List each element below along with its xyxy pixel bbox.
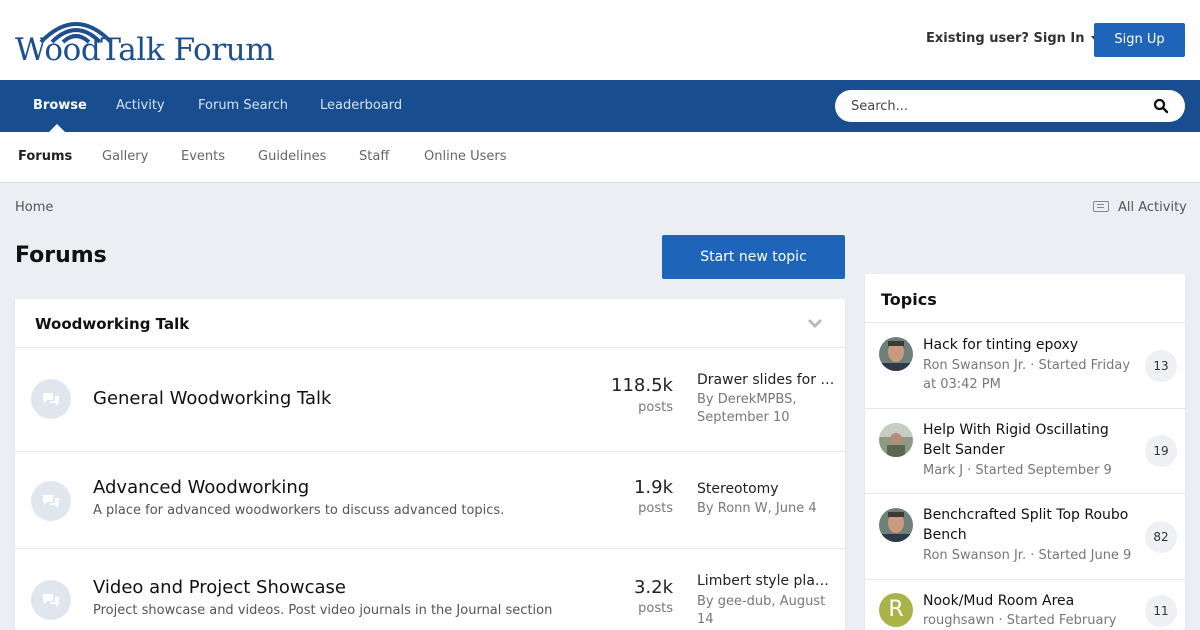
topic-title-link[interactable]: Benchcrafted Split Top Roubo Bench: [923, 505, 1135, 545]
forum-name-link[interactable]: General Woodworking Talk: [93, 388, 331, 409]
all-activity-link[interactable]: All Activity: [1093, 200, 1187, 215]
topic-title-link[interactable]: Help With Rigid Oscillating Belt Sander: [923, 420, 1135, 460]
forum-description: A place for advanced woodworkers to disc…: [93, 503, 505, 518]
activity-feed-icon: [1093, 201, 1109, 212]
reply-count-badge: 19: [1145, 435, 1177, 467]
user-avatar[interactable]: [879, 337, 913, 371]
topic-row: R Nook/Mud Room Area roughsawn · Started…: [865, 579, 1185, 630]
user-avatar[interactable]: R: [879, 593, 913, 627]
topic-meta: Ron Swanson Jr. · Started Friday at 03:4…: [923, 358, 1131, 392]
user-avatar[interactable]: [879, 423, 913, 457]
topic-row: Hack for tinting epoxy Ron Swanson Jr. ·…: [865, 322, 1185, 408]
subnav-events[interactable]: Events: [181, 149, 225, 164]
active-nav-pointer: [49, 124, 65, 132]
subnav-online-users[interactable]: Online Users: [424, 149, 506, 164]
page-title: Forums: [15, 243, 107, 268]
topics-widget-title: Topics: [881, 290, 937, 309]
topic-title-link[interactable]: Nook/Mud Room Area: [923, 591, 1135, 611]
topic-meta: Ron Swanson Jr. · Started June 9: [923, 548, 1132, 563]
chat-bubbles-icon: [31, 580, 71, 620]
secondary-nav: Forums Gallery Events Guidelines Staff O…: [0, 132, 1200, 183]
posts-label: posts: [638, 400, 673, 415]
nav-forum-search[interactable]: Forum Search: [198, 98, 288, 113]
forum-name-link[interactable]: Video and Project Showcase: [93, 577, 346, 598]
topic-row: Help With Rigid Oscillating Belt Sander …: [865, 408, 1185, 493]
search-input[interactable]: [851, 96, 1141, 116]
subnav-guidelines[interactable]: Guidelines: [258, 149, 326, 164]
last-post-title-link[interactable]: Limbert style plant...: [697, 573, 837, 589]
topic-meta: Mark J · Started September 9: [923, 463, 1112, 478]
topics-widget: Topics Hack for tinting epoxy Ron Swanso…: [865, 274, 1185, 630]
reply-count-badge: 11: [1145, 595, 1177, 627]
nav-browse[interactable]: Browse: [33, 98, 87, 113]
chat-bubbles-icon: [31, 481, 71, 521]
subnav-gallery[interactable]: Gallery: [102, 149, 148, 164]
forum-row: General Woodworking Talk 118.5k posts Dr…: [15, 348, 845, 452]
all-activity-label: All Activity: [1118, 200, 1187, 215]
topic-row: Benchcrafted Split Top Roubo Bench Ron S…: [865, 493, 1185, 579]
last-post-title-link[interactable]: Stereotomy: [697, 481, 837, 497]
forum-section-title: Woodworking Talk: [35, 315, 190, 333]
forum-description: Project showcase and videos. Post video …: [93, 603, 553, 618]
start-new-topic-button[interactable]: Start new topic: [662, 235, 845, 279]
chevron-down-icon[interactable]: [807, 317, 823, 329]
search-icon[interactable]: [1153, 98, 1169, 114]
last-post-byline: By gee-dub, August 14: [697, 594, 826, 627]
forum-section-card: Woodworking Talk General Woodworking Tal…: [15, 299, 845, 630]
posts-label: posts: [638, 501, 673, 516]
nav-activity[interactable]: Activity: [116, 98, 165, 113]
last-post-title-link[interactable]: Drawer slides for s...: [697, 372, 837, 388]
post-count: 3.2k: [633, 577, 673, 598]
reply-count-badge: 13: [1145, 350, 1177, 382]
last-post-byline: By DerekMPBS, September 10: [697, 392, 797, 425]
forum-name-link[interactable]: Advanced Woodworking: [93, 477, 309, 498]
logo-text: WoodTalk Forum: [15, 32, 275, 68]
breadcrumb-home[interactable]: Home: [15, 200, 53, 215]
nav-leaderboard[interactable]: Leaderboard: [320, 98, 402, 113]
subnav-staff[interactable]: Staff: [359, 149, 389, 164]
last-post-byline: By Ronn W, June 4: [697, 501, 817, 516]
topic-meta: roughsawn · Started February 24: [923, 613, 1117, 628]
topic-title-link[interactable]: Hack for tinting epoxy: [923, 335, 1135, 355]
post-count: 1.9k: [633, 477, 673, 498]
reply-count-badge: 82: [1145, 521, 1177, 553]
post-count: 118.5k: [611, 375, 673, 396]
site-header: WoodTalk Forum Existing user? Sign In Si…: [0, 0, 1200, 80]
signin-label: Existing user? Sign In: [926, 31, 1085, 46]
posts-label: posts: [638, 601, 673, 616]
chat-bubbles-icon: [31, 379, 71, 419]
forum-section-header: Woodworking Talk: [15, 299, 845, 348]
forum-row: Advanced Woodworking A place for advance…: [15, 452, 845, 549]
subnav-forums[interactable]: Forums: [18, 149, 72, 164]
site-logo[interactable]: WoodTalk Forum: [15, 14, 285, 70]
signin-link[interactable]: Existing user? Sign In: [926, 31, 1099, 46]
search-box: [835, 90, 1185, 122]
signup-button[interactable]: Sign Up: [1094, 23, 1185, 57]
user-avatar[interactable]: [879, 508, 913, 542]
forum-row: Video and Project Showcase Project showc…: [15, 549, 845, 630]
